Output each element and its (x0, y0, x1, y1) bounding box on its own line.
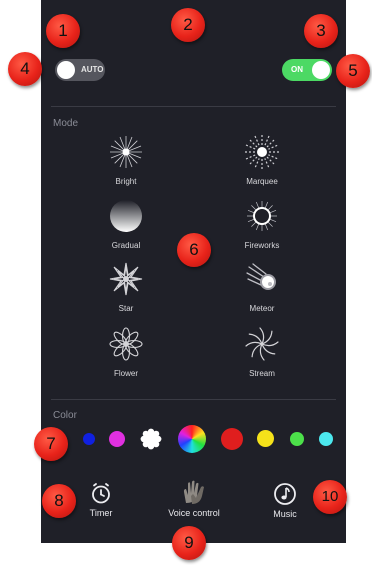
mode-label: Bright (115, 177, 137, 186)
mode-meteor[interactable]: Meteor (227, 261, 297, 313)
mode-stream[interactable]: Stream (227, 326, 297, 378)
auto-toggle-knob (57, 61, 75, 79)
mode-label: Meteor (249, 304, 275, 313)
callout-badge-4: 4 (8, 52, 42, 86)
divider (51, 399, 336, 400)
callout-badge-10: 10 (313, 480, 347, 514)
callout-badge-5: 5 (336, 54, 370, 88)
mode-gradual[interactable]: Gradual (91, 198, 161, 250)
callout-badge-9: 9 (172, 526, 206, 560)
color-section-title: Color (53, 410, 77, 421)
callout-badge-1: 1 (46, 14, 80, 48)
callout-badge-2: 2 (171, 8, 205, 42)
meteor-icon (246, 263, 276, 290)
mode-fireworks[interactable]: Fireworks (227, 198, 297, 250)
timer-icon (92, 483, 110, 504)
power-toggle[interactable]: ON (282, 59, 332, 81)
color-swatch-green[interactable] (290, 432, 304, 446)
color-swatch-white[interactable] (140, 428, 162, 450)
mode-label: Star (118, 304, 134, 313)
stream-icon (245, 327, 279, 361)
mode-label: Marquee (246, 177, 278, 186)
power-toggle-knob (312, 61, 330, 79)
color-swatch-rainbow[interactable] (178, 425, 206, 453)
mode-flower[interactable]: Flower (91, 326, 161, 378)
callout-badge-6: 6 (177, 233, 211, 267)
divider (51, 106, 336, 107)
mode-label: Flower (113, 369, 138, 378)
fireworks-icon (247, 201, 277, 231)
mode-label: Fireworks (244, 241, 280, 250)
flower-icon (109, 327, 143, 361)
auto-toggle[interactable]: AUTO (55, 59, 105, 81)
mode-marquee[interactable]: Marquee (227, 134, 297, 186)
color-swatch-blue[interactable] (83, 433, 95, 445)
star-icon (109, 262, 143, 296)
power-toggle-label: ON (291, 65, 303, 74)
music-note-icon (274, 483, 296, 505)
mode-bright[interactable]: Bright (91, 134, 161, 186)
gradual-icon (110, 200, 142, 232)
clapping-hands-icon (183, 480, 204, 504)
mode-label: Stream (249, 369, 275, 378)
color-swatch-red[interactable] (221, 428, 243, 450)
color-swatch-yellow[interactable] (257, 430, 274, 447)
callout-badge-8: 8 (42, 484, 76, 518)
mode-label: Gradual (111, 241, 141, 250)
auto-toggle-label: AUTO (81, 65, 104, 74)
voice-control-label: Voice control (168, 508, 220, 518)
phone-screen: 2 0 AUTO ON Mode Bright (41, 0, 346, 543)
color-swatch-cyan[interactable] (319, 432, 333, 446)
callout-badge-7: 7 (34, 427, 68, 461)
voice-control-button[interactable]: Voice control (144, 479, 244, 518)
mode-star[interactable]: Star (91, 261, 161, 313)
bright-icon (110, 136, 142, 168)
marquee-icon (245, 135, 279, 169)
color-swatch-magenta[interactable] (109, 431, 125, 447)
mode-section-title: Mode (53, 118, 79, 129)
callout-badge-3: 3 (304, 14, 338, 48)
